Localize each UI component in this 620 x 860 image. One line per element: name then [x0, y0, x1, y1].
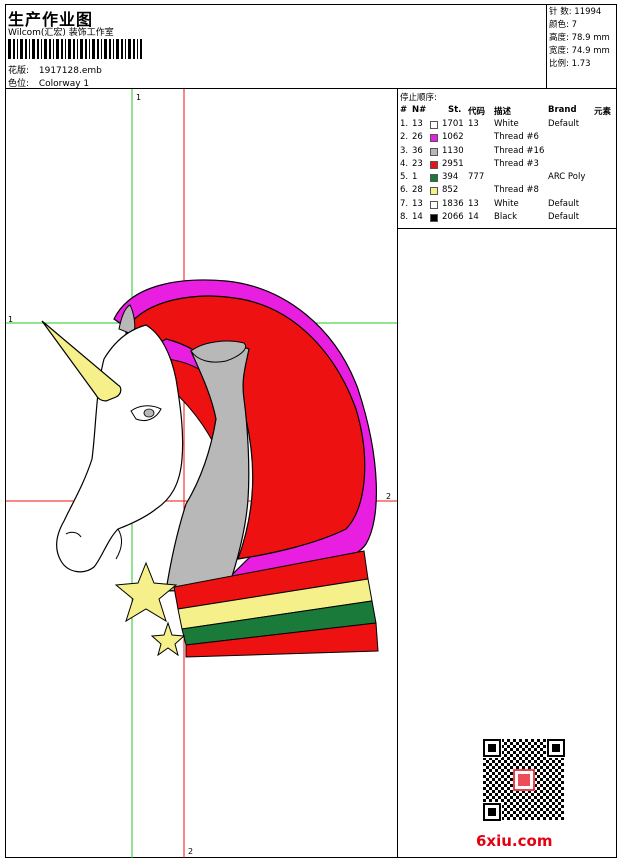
cell-brand: Default [548, 198, 580, 209]
col-n: N# [412, 105, 427, 115]
guide-label-green-v: 1 [136, 93, 142, 102]
cell-st: 852 [442, 185, 459, 196]
header-panel: 生产作业图 Wilcom(汇宏) 装饰工作室 花版: 1917128.emb 色… [6, 5, 547, 89]
color-swatch [430, 214, 438, 223]
cell-n: 14 [412, 212, 423, 223]
cell-n: 1 [412, 172, 418, 183]
table-row: 6. 28 852 Thread #8 [398, 185, 617, 198]
cell-desc: Black [494, 212, 517, 223]
design-canvas[interactable]: 1 1 2 2 [6, 89, 398, 858]
color-swatch [430, 147, 438, 156]
cell-brand: Default [548, 119, 580, 129]
cell-st: 1701 [442, 119, 464, 129]
cell-code: 13 [468, 119, 479, 129]
cell-num: 8. [400, 212, 409, 223]
cell-desc: White [494, 119, 519, 129]
col-code: 代码 [468, 107, 486, 117]
stats-panel: 针 数: 11994 颜色: 7 高度: 78.9 mm 宽度: 74.9 mm… [547, 5, 617, 89]
cell-n: 13 [412, 119, 423, 129]
cell-st: 1062 [442, 132, 464, 143]
color-swatch [430, 174, 438, 183]
cell-num: 5. [400, 172, 409, 183]
design-value: 1917128.emb [38, 66, 102, 76]
cell-desc: Thread #8 [494, 185, 539, 196]
table-row: 5. 1 394 777 ARC Poly [398, 172, 617, 185]
stop-sequence-table: 1. 13 1701 13 White Default 2. 26 1062 Thread #6 3… [398, 119, 617, 225]
table-row: 8. 14 2066 14 Black Default [398, 212, 617, 225]
table-row: 4. 23 2951 Thread #3 [398, 159, 617, 172]
cell-desc: Thread #16 [494, 145, 545, 156]
cell-n: 28 [412, 185, 423, 196]
cell-n: 23 [412, 158, 423, 169]
cell-code: 14 [468, 212, 479, 223]
barcode-icon [8, 39, 142, 59]
cell-n: 36 [412, 145, 423, 156]
cell-brand: Default [548, 212, 580, 223]
design-label: 花版: [8, 66, 30, 76]
watermark-logo: 6xiu.com [476, 832, 553, 850]
cell-st: 394 [442, 172, 459, 183]
cell-desc: Thread #6 [494, 132, 539, 143]
stat-row: 比例: 1.73 [549, 59, 591, 69]
cell-n: 13 [412, 198, 423, 209]
col-element: 元素 [594, 107, 612, 117]
color-swatch [430, 187, 438, 196]
color-swatch [430, 121, 438, 129]
color-swatch [430, 200, 438, 209]
cell-st: 1130 [442, 145, 464, 156]
col-st: St. [448, 105, 462, 115]
stat-row: 颜色: 7 [549, 20, 577, 30]
cell-code: 13 [468, 198, 479, 209]
unicorn-design-image [6, 89, 397, 858]
guide-label-green-h: 1 [8, 315, 14, 324]
cell-desc: Thread #3 [494, 158, 539, 169]
cell-st: 1836 [442, 198, 464, 209]
cell-num: 3. [400, 145, 409, 156]
design-line: 花版: 1917128.emb [8, 63, 102, 76]
table-divider [398, 228, 617, 229]
cell-st: 2066 [442, 212, 464, 223]
cell-num: 2. [400, 132, 409, 143]
stat-row: 高度: 78.9 mm [549, 33, 610, 43]
table-header: # N# St. 代码 描述 Brand 元素 [398, 105, 617, 117]
stop-sequence-panel: 停止顺序: # N# St. 代码 描述 Brand 元素 1. 13 1701 13… [398, 89, 617, 858]
cell-desc: White [494, 198, 519, 209]
col-desc: 描述 [494, 107, 512, 117]
color-swatch [430, 134, 438, 143]
stat-row: 宽度: 74.9 mm [549, 46, 610, 56]
cell-n: 26 [412, 132, 423, 143]
table-row: 7. 13 1836 13 White Default [398, 199, 617, 212]
colorway-value: Colorway 1 [38, 79, 90, 89]
company-name: Wilcom(汇宏) 装饰工作室 [8, 28, 114, 38]
colorway-line: 色位: Colorway 1 [8, 76, 89, 89]
table-row: 2. 26 1062 Thread #6 [398, 132, 617, 145]
table-row: 1. 13 1701 13 White Default [398, 119, 617, 132]
table-row: 3. 36 1130 Thread #16 [398, 146, 617, 159]
guide-label-red-v: 2 [188, 847, 194, 856]
cell-brand: ARC Poly [548, 172, 586, 183]
production-sheet: 生产作业图 Wilcom(汇宏) 装饰工作室 花版: 1917128.emb 色… [5, 4, 617, 858]
guide-label-red-h: 2 [386, 492, 392, 501]
colorway-label: 色位: [8, 79, 30, 89]
cell-num: 1. [400, 119, 409, 129]
stat-row: 针 数: 11994 [549, 7, 602, 17]
cell-code: 777 [468, 172, 485, 183]
col-brand: Brand [548, 105, 577, 115]
cell-num: 4. [400, 158, 409, 169]
color-swatch [430, 160, 438, 169]
cell-st: 2951 [442, 158, 464, 169]
cell-num: 6. [400, 185, 409, 196]
qr-code-icon [483, 739, 565, 821]
cell-num: 7. [400, 198, 409, 209]
stop-sequence-title: 停止顺序: [400, 93, 437, 103]
col-num: # [400, 105, 408, 115]
